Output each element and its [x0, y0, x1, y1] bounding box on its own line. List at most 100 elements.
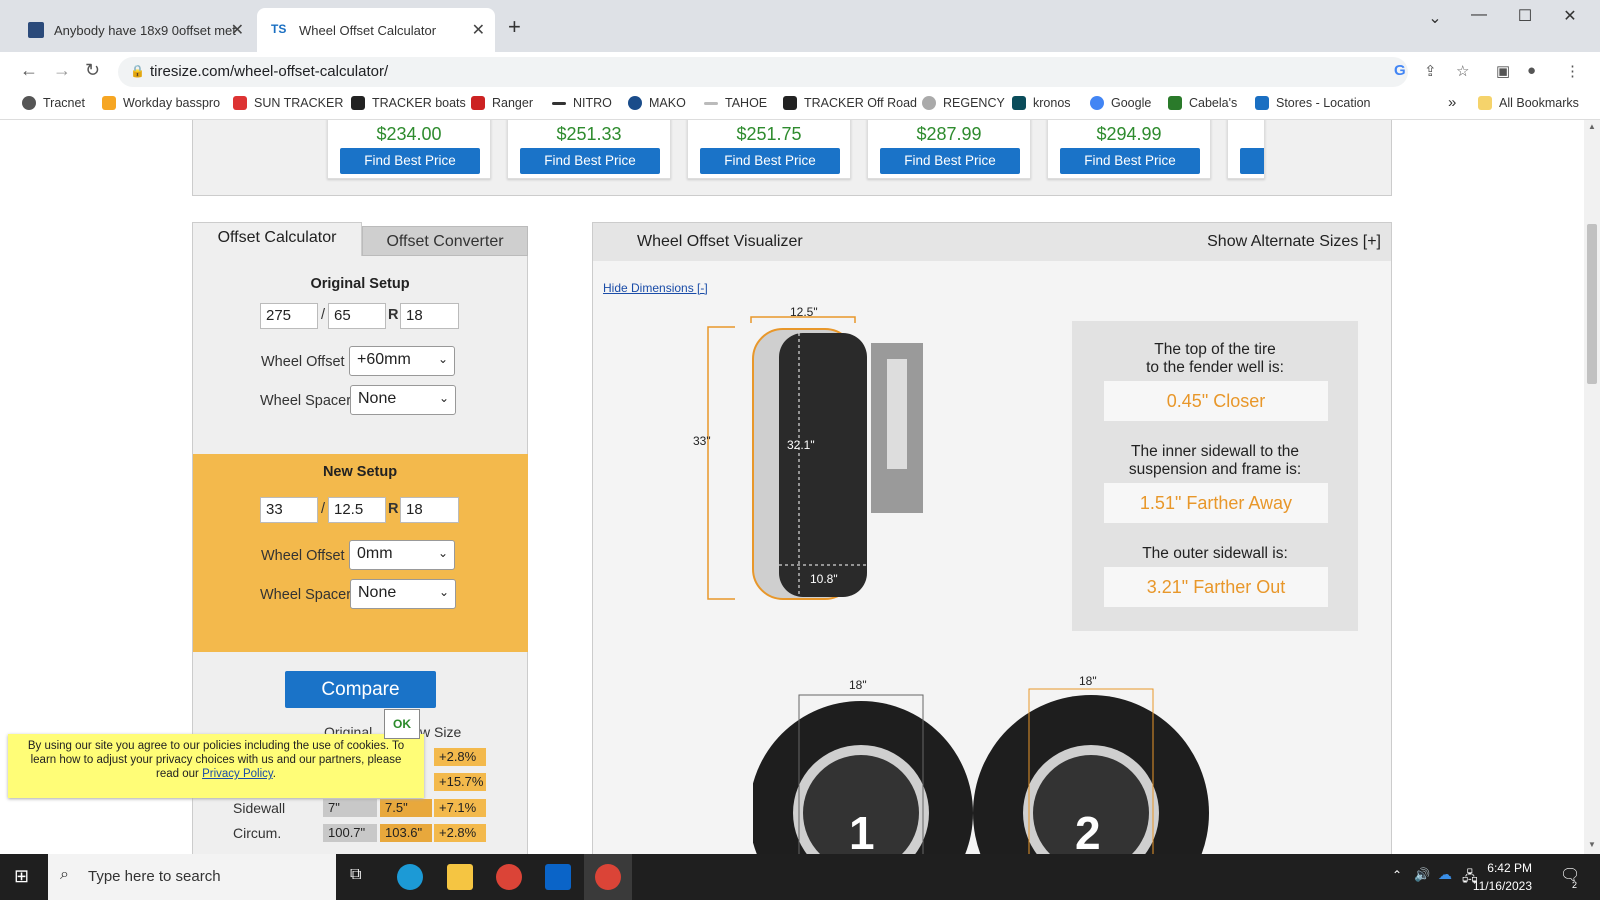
product-price: $234.00 [376, 124, 442, 144]
find-best-price-button[interactable]: Find Best Price [520, 148, 660, 174]
new-aspect-input[interactable]: 12.5 [328, 497, 386, 523]
bookmark-tracnet[interactable]: Tracnet [22, 96, 85, 110]
bookmark-google[interactable]: Google [1090, 96, 1151, 110]
bookmark-ranger[interactable]: Ranger [471, 96, 533, 110]
tab-offset-calculator[interactable]: Offset Calculator [192, 222, 362, 256]
bookmark-regency[interactable]: REGENCY [922, 96, 1005, 110]
page-scrollbar[interactable]: ▲ ▼ [1584, 120, 1600, 854]
find-best-price-button[interactable] [1240, 148, 1264, 174]
tray-chevron-icon[interactable]: ⌃ [1392, 868, 1402, 882]
file-explorer-icon[interactable] [447, 864, 473, 890]
tab-offset-converter[interactable]: Offset Converter [362, 226, 528, 256]
scrollbar-thumb[interactable] [1587, 224, 1597, 384]
tab-forum[interactable]: Anybody have 18x9 0offset met ✕ [14, 8, 254, 52]
bookmarks-bar: Tracnet Workday basspro SUN TRACKER TRAC… [0, 90, 1600, 120]
product-card: $294.99 Find Best Price [1047, 120, 1211, 179]
bookmark-mako[interactable]: MAKO [628, 96, 686, 110]
taskbar-search[interactable]: ⌕ Type here to search [48, 854, 336, 900]
profile-avatar-icon[interactable]: ● [1527, 62, 1536, 79]
menu-icon[interactable]: ⋮ [1565, 62, 1580, 80]
close-tab-icon[interactable]: ✕ [472, 20, 485, 40]
bookmark-cabelas[interactable]: Cabela's [1168, 96, 1237, 110]
tab-wheel-offset[interactable]: TS Wheel Offset Calculator ✕ [257, 8, 495, 52]
task-view-icon[interactable]: ⧉ [350, 866, 361, 884]
rim-2-size-label: 18" [1079, 674, 1097, 688]
original-rim-input[interactable]: 18 [400, 303, 459, 329]
privacy-policy-link[interactable]: Privacy Policy [202, 768, 273, 780]
lock-icon: 🔒 [130, 64, 145, 78]
reload-icon[interactable]: ↻ [85, 60, 100, 81]
find-best-price-button[interactable]: Find Best Price [700, 148, 840, 174]
tiresize-favicon-icon: TS [271, 22, 289, 38]
wheel-2-label: 2 [1075, 807, 1101, 854]
chevron-down-icon: ⌄ [438, 391, 449, 405]
all-bookmarks[interactable]: All Bookmarks [1478, 96, 1579, 110]
tracker-icon [351, 96, 365, 110]
minimize-icon[interactable]: — [1464, 6, 1494, 24]
r-separator: R [388, 501, 399, 517]
bookmark-star-icon[interactable]: ☆ [1456, 62, 1469, 80]
hide-dimensions-link[interactable]: Hide Dimensions [-] [603, 281, 708, 295]
outlook-icon[interactable] [545, 864, 571, 890]
clock-date: 11/16/2023 [1472, 879, 1532, 893]
result-question: The top of the tire to the fender well is… [1146, 341, 1284, 376]
original-aspect-input[interactable]: 65 [328, 303, 386, 329]
new-tab-icon[interactable]: + [508, 14, 521, 40]
bookmark-tracker-boats[interactable]: TRACKER boats [351, 96, 466, 110]
scroll-up-icon[interactable]: ▲ [1588, 122, 1596, 131]
maximize-icon[interactable]: ☐ [1510, 6, 1540, 26]
table-cell-original: 100.7" [323, 824, 377, 842]
wheel-1-label: 1 [849, 807, 875, 854]
close-tab-icon[interactable]: ✕ [231, 20, 244, 40]
rim-1-size-label: 18" [849, 678, 867, 692]
bookmark-kronos[interactable]: kronos [1012, 96, 1071, 110]
bookmark-stores[interactable]: Stores - Location [1255, 96, 1371, 110]
new-spacer-select[interactable]: None ⌄ [350, 579, 456, 609]
onedrive-icon[interactable]: ☁ [1438, 866, 1452, 883]
product-price: $251.33 [556, 124, 622, 144]
side-panel-icon[interactable]: ▣ [1496, 62, 1510, 80]
bookmarks-overflow-icon[interactable]: » [1448, 94, 1456, 111]
find-best-price-button[interactable]: Find Best Price [880, 148, 1020, 174]
height-dimension-line [707, 326, 735, 600]
wheel-comparison: 18" 1 18" 2 [753, 674, 1209, 854]
original-width-input[interactable]: 275 [260, 303, 318, 329]
google-lens-icon[interactable]: G [1394, 62, 1406, 79]
bookmark-tahoe[interactable]: TAHOE [704, 96, 767, 110]
cookie-ok-button[interactable]: OK [384, 709, 420, 739]
show-alternate-sizes-link[interactable]: Show Alternate Sizes [+] [1207, 233, 1381, 251]
tracnet-icon [22, 96, 36, 110]
edge-icon[interactable] [397, 864, 423, 890]
google-icon [1090, 96, 1104, 110]
url-bar[interactable]: 🔒 tiresize.com/wheel-offset-calculator/ [118, 57, 1408, 87]
scroll-down-icon[interactable]: ▼ [1588, 840, 1596, 849]
windows-start-icon[interactable]: ⊞ [14, 866, 29, 887]
taskbar-clock[interactable]: 6:42 PM 11/16/2023 [1462, 859, 1532, 895]
back-icon[interactable]: ← [20, 60, 38, 81]
bookmark-sun-tracker[interactable]: SUN TRACKER [233, 96, 343, 110]
bookmark-nitro[interactable]: NITRO [552, 96, 612, 110]
visualizer-header: Wheel Offset Visualizer Show Alternate S… [593, 223, 1391, 261]
new-width-input[interactable]: 33 [260, 497, 318, 523]
new-rim-input[interactable]: 18 [400, 497, 459, 523]
original-offset-select[interactable]: +60mm ⌄ [349, 346, 455, 376]
volume-icon[interactable]: 🔊 [1414, 867, 1430, 883]
bookmark-tracker-offroad[interactable]: TRACKER Off Road [783, 96, 917, 110]
chrome-icon[interactable] [496, 864, 522, 890]
original-spacer-select[interactable]: None ⌄ [350, 385, 456, 415]
compare-button[interactable]: Compare [285, 671, 436, 708]
new-setup-heading: New Setup [322, 464, 398, 480]
forward-icon[interactable]: → [53, 60, 71, 81]
share-icon[interactable]: ⇪ [1424, 62, 1437, 80]
find-best-price-button[interactable]: Find Best Price [340, 148, 480, 174]
page-content: $234.00 Find Best Price $251.33 Find Bes… [0, 120, 1584, 854]
find-best-price-button[interactable]: Find Best Price [1060, 148, 1200, 174]
bookmark-workday[interactable]: Workday basspro [102, 96, 220, 110]
windows-taskbar: ⊞ ⌕ Type here to search ⧉ ⌃ 🔊 ☁ 🖧 6:42 P… [0, 854, 1600, 900]
tab-search-icon[interactable]: ⌄ [1420, 8, 1450, 28]
chrome-active-icon[interactable] [595, 864, 621, 890]
notifications-icon[interactable]: 🗨 [1560, 865, 1580, 885]
close-window-icon[interactable]: ✕ [1555, 6, 1585, 26]
folder-icon [1478, 96, 1492, 110]
new-offset-select[interactable]: 0mm ⌄ [349, 540, 455, 570]
